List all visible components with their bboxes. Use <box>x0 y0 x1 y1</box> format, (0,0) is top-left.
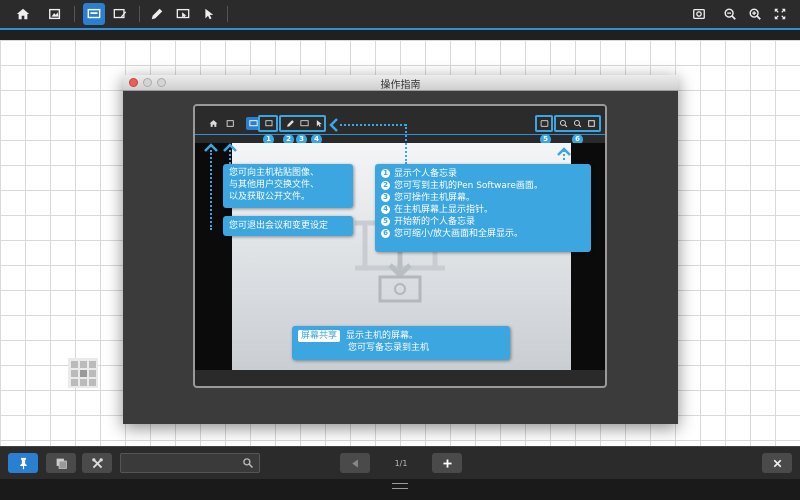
arrow-left-icon <box>329 118 338 132</box>
feature-item-6: 6 您可缩小/放大画面和全屏显示。 <box>381 228 585 240</box>
feature-item-2: 2 您可写到主机的Pen Software画面。 <box>381 180 585 192</box>
bottom-toolbar: 1/1 <box>0 446 800 479</box>
arrow-up-icon <box>204 143 218 152</box>
guide-dots-top <box>340 124 406 126</box>
fullscreen-button[interactable] <box>769 3 791 25</box>
callout-line: 以及获取公开文件。 <box>229 192 311 202</box>
search-input[interactable] <box>125 456 237 470</box>
new-memo-button[interactable] <box>688 3 710 25</box>
previous-page-button[interactable] <box>340 453 370 473</box>
illustration-gallery-button <box>223 117 237 130</box>
screen-icon <box>87 8 101 19</box>
illustration-home-button <box>206 117 220 130</box>
pointer-button[interactable] <box>197 3 219 25</box>
resize-grip-icon[interactable] <box>392 483 408 489</box>
feature-text: 您可写到主机的Pen Software画面。 <box>394 181 543 191</box>
triangle-left-icon <box>351 458 358 468</box>
feature-text: 您可缩小/放大画面和全屏显示。 <box>394 229 524 239</box>
callout-share-files: 您可向主机粘贴图像、 与其他用户交换文件、 以及获取公开文件。 <box>223 164 353 208</box>
window-title: 操作指南 <box>380 80 421 91</box>
callout-line: 您可向主机粘贴图像、 <box>229 168 320 178</box>
screen-share-pen-button[interactable] <box>109 3 131 25</box>
pages-icon <box>56 458 67 469</box>
feature-number: 3 <box>381 193 390 202</box>
fullscreen-icon <box>774 8 786 20</box>
arrow-up-icon <box>557 147 571 156</box>
search-box[interactable] <box>120 453 260 473</box>
search-icon[interactable] <box>242 457 254 469</box>
add-page-button[interactable] <box>432 453 462 473</box>
callout-line: 您可退出会议和变更设定 <box>229 221 329 231</box>
feature-item-4: 4 在主机屏幕上显示指针。 <box>381 204 585 216</box>
feature-number: 6 <box>381 229 390 238</box>
pin-icon <box>19 457 27 469</box>
tools-button[interactable] <box>82 453 112 473</box>
pages-button[interactable] <box>46 453 76 473</box>
toolbar-divider <box>74 6 75 22</box>
close-button[interactable] <box>762 453 792 473</box>
screen-share-tag: 屏幕共享 <box>298 330 341 342</box>
plus-icon <box>442 458 452 468</box>
callout-exit-settings: 您可退出会议和变更设定 <box>223 216 353 236</box>
feature-text: 在主机屏幕上显示指针。 <box>394 205 494 215</box>
feature-item-1: 1 显示个人备忘录 <box>381 168 585 180</box>
callout-line: 与其他用户交换文件、 <box>229 180 320 190</box>
home-icon <box>209 120 217 127</box>
pin-button[interactable] <box>8 453 38 473</box>
feature-text: 显示个人备忘录 <box>394 169 458 179</box>
page-indicator: 1/1 <box>394 459 408 468</box>
home-button[interactable] <box>12 3 34 25</box>
highlight-box-1 <box>258 115 278 132</box>
close-icon <box>773 459 781 467</box>
home-icon <box>16 8 30 20</box>
screen-share-button[interactable] <box>83 3 105 25</box>
gallery-icon <box>49 8 61 20</box>
zoom-in-button[interactable] <box>744 3 766 25</box>
zoom-in-icon <box>749 8 761 20</box>
toolbar-divider <box>227 6 228 22</box>
screen-share-line-1: 显示主机的屏幕。 <box>346 331 419 341</box>
tools-icon <box>91 457 103 468</box>
callout-features: 1 显示个人备忘录 2 您可写到主机的Pen Software画面。 3 您可操作主机… <box>375 164 591 252</box>
feature-number: 1 <box>381 169 390 178</box>
feature-number: 5 <box>381 217 390 226</box>
guide-dots-left <box>210 150 212 230</box>
zoom-out-icon <box>724 8 736 20</box>
pointer-icon <box>205 8 214 20</box>
highlight-box-6 <box>554 115 601 132</box>
feature-number: 4 <box>381 205 390 214</box>
highlight-box-5 <box>535 115 553 132</box>
zoom-out-button[interactable] <box>719 3 741 25</box>
arrow-up-icon <box>223 143 237 152</box>
screen-share-row-1: 屏幕共享 显示主机的屏幕。 <box>298 330 504 342</box>
gallery-button[interactable] <box>44 3 66 25</box>
remote-control-button[interactable] <box>172 3 194 25</box>
callout-screen-share: 屏幕共享 显示主机的屏幕。 您可写备忘录到主机 <box>292 326 510 360</box>
feature-item-5: 5 开始新的个人备忘录 <box>381 216 585 228</box>
gallery-icon <box>226 120 234 127</box>
new-memo-icon <box>693 8 705 20</box>
highlight-box-2-4 <box>279 115 326 132</box>
screen-icon <box>248 120 258 127</box>
screen-share-line-2: 您可写备忘录到主机 <box>348 343 430 353</box>
feature-text: 您可操作主机屏幕。 <box>394 193 476 203</box>
footer-bar <box>0 479 800 500</box>
screen-pen-icon <box>113 8 127 19</box>
pen-button[interactable] <box>146 3 168 25</box>
feature-text: 开始新的个人备忘录 <box>394 217 476 227</box>
toolbar-shadow <box>0 30 800 40</box>
remote-control-icon <box>176 8 190 19</box>
guide-dots-top-vertical <box>405 124 407 164</box>
feature-item-3: 3 您可操作主机屏幕。 <box>381 192 585 204</box>
top-toolbar <box>0 0 800 28</box>
window-titlebar: 操作指南 <box>123 75 678 91</box>
feature-number: 2 <box>381 181 390 190</box>
pen-icon <box>151 8 163 20</box>
page-thumbnail[interactable] <box>68 358 98 388</box>
toolbar-divider <box>139 6 140 22</box>
